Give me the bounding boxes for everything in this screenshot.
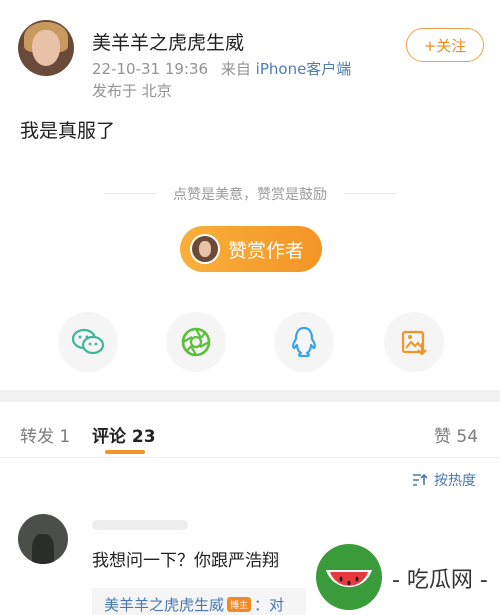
wechat-icon (71, 328, 105, 355)
save-image-icon (401, 330, 427, 356)
post-header: 美羊羊之虎虎生威 22-10-31 19:36 来自 iPhone客户端 发布于… (0, 0, 500, 110)
comment-text: 我想问一下？你跟严浩翔 (92, 551, 279, 571)
divider (344, 193, 396, 194)
watermelon-logo-icon (316, 544, 382, 610)
reward-tip: 点赞是美意，赞赏是鼓励 (0, 182, 500, 206)
comment-reply[interactable]: 美羊羊之虎虎生威 博主 ：对 (92, 588, 312, 615)
author-badge: 博主 (227, 597, 252, 612)
post-text: 我是真服了 (20, 120, 116, 142)
reward-avatar (190, 234, 220, 264)
author-name[interactable]: 美羊羊之虎虎生威 (92, 28, 244, 55)
reply-author[interactable]: 美羊羊之虎虎生威 (104, 596, 224, 614)
post-time: 22-10-31 19:36 (92, 60, 209, 78)
qq-icon (292, 326, 316, 358)
sort-toggle[interactable]: 按热度 (412, 470, 476, 490)
watermark-text: - 吃瓜网 - (392, 568, 488, 593)
reward-author-button[interactable]: 赞赏作者 (180, 226, 322, 272)
post-meta: 22-10-31 19:36 来自 iPhone客户端 (92, 58, 351, 79)
author-avatar[interactable] (18, 20, 74, 76)
active-tab-indicator (105, 450, 145, 454)
save-image-button[interactable] (384, 312, 444, 372)
follow-button[interactable]: +关注 (406, 28, 484, 62)
tab-comments[interactable]: 评论 23 (92, 422, 156, 447)
share-qq-button[interactable] (274, 312, 334, 372)
section-divider (0, 390, 500, 402)
reward-tip-text: 点赞是美意，赞赏是鼓励 (173, 187, 327, 203)
reward-author-label: 赞赏作者 (228, 239, 305, 262)
share-moments-button[interactable] (166, 312, 226, 372)
watermark: - 吃瓜网 - (306, 536, 500, 615)
post-location: 发布于 北京 (92, 82, 172, 100)
post-source[interactable]: iPhone客户端 (256, 60, 352, 78)
commenter-name-redacted[interactable] (92, 520, 188, 530)
sort-icon (413, 473, 428, 486)
tab-repost[interactable]: 转发 1 (20, 422, 70, 447)
commenter-avatar[interactable] (18, 514, 68, 564)
tab-likes[interactable]: 赞 54 (434, 422, 478, 447)
sort-label: 按热度 (434, 473, 476, 489)
share-row (0, 312, 500, 376)
source-prefix: 来自 (220, 60, 251, 78)
moments-icon (181, 327, 211, 357)
tab-bar: 转发 1 评论 23 赞 54 (0, 402, 500, 458)
share-wechat-button[interactable] (58, 312, 118, 372)
reply-snippet: ：对 (254, 596, 285, 614)
